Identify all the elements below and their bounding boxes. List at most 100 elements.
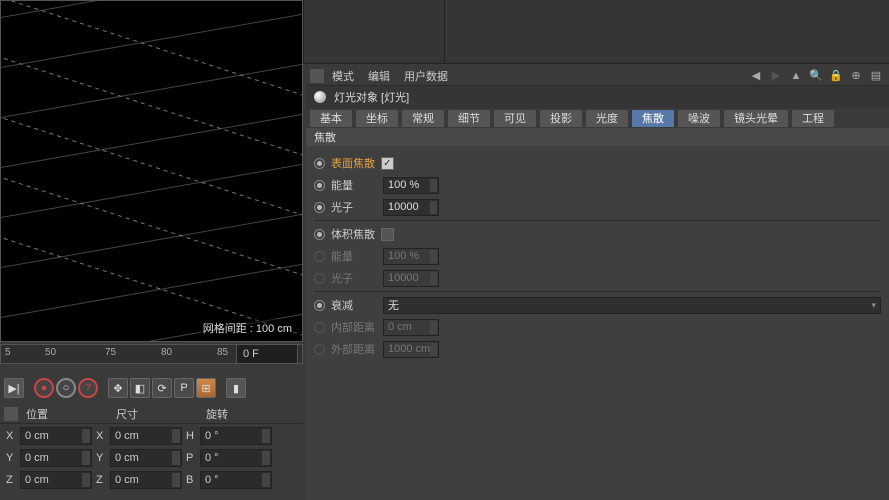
attribute-manager: 模式 编辑 用户数据 ◀ ▶ ▲ 🔍 🔒 ⊕ ▤ 灯光对象 [灯光] 基本 坐标… — [306, 66, 889, 500]
tab-bar: 基本 坐标 常规 细节 可见 投影 光度 焦散 噪波 镜头光晕 工程 — [306, 108, 889, 128]
param-button[interactable]: P — [174, 378, 194, 398]
rotate-tool-button[interactable]: ⟳ — [152, 378, 172, 398]
axis-label: P — [186, 452, 200, 464]
menu-icon[interactable]: ▤ — [869, 69, 883, 83]
nav-fwd-icon[interactable]: ▶ — [769, 69, 783, 83]
photons2-label: 光子 — [331, 270, 381, 286]
tab-shadow[interactable]: 投影 — [540, 110, 582, 127]
size-y-field[interactable]: 0 cm — [110, 449, 182, 467]
pos-header: 位置 — [26, 406, 116, 422]
section-title: 焦散 — [306, 128, 889, 146]
photons-label: 光子 — [331, 199, 381, 215]
falloff-label: 衰减 — [331, 297, 381, 313]
timeline-tick: 85 — [217, 347, 228, 358]
tab-basic[interactable]: 基本 — [310, 110, 352, 127]
search-icon[interactable]: 🔍 — [809, 69, 823, 83]
energy-field[interactable]: 100 % — [383, 177, 439, 194]
inner-label: 内部距离 — [331, 319, 381, 335]
object-name: 灯光对象 [灯光] — [334, 89, 409, 105]
go-end-button[interactable]: ▶| — [4, 378, 24, 398]
viewport-grid — [1, 1, 302, 341]
edit-menu[interactable]: 编辑 — [368, 68, 390, 84]
nav-back-icon[interactable]: ◀ — [749, 69, 763, 83]
anim-dot-icon — [314, 273, 325, 284]
photons2-field: 10000 — [383, 270, 439, 287]
falloff-row: 衰减 无 — [314, 294, 881, 316]
anim-dot-icon[interactable] — [314, 180, 325, 191]
viewport[interactable]: 网格间距 : 100 cm — [0, 0, 303, 342]
axis-label: X — [96, 430, 110, 442]
tab-general[interactable]: 常规 — [402, 110, 444, 127]
new-tab-icon[interactable]: ⊕ — [849, 69, 863, 83]
anim-dot-icon[interactable] — [314, 300, 325, 311]
rot-h-field[interactable]: 0 ° — [200, 427, 272, 445]
coords-row-y: Y 0 cm Y 0 cm P 0 ° — [0, 448, 303, 468]
tab-details[interactable]: 细节 — [448, 110, 490, 127]
axis-label: H — [186, 430, 200, 442]
object-header: 灯光对象 [灯光] — [306, 86, 889, 108]
rot-b-field[interactable]: 0 ° — [200, 471, 272, 489]
pos-y-field[interactable]: 0 cm — [20, 449, 92, 467]
inner-row: 内部距离 0 cm — [314, 316, 881, 338]
anim-dot-icon[interactable] — [314, 229, 325, 240]
tab-coord[interactable]: 坐标 — [356, 110, 398, 127]
autokey-button[interactable]: ○ — [56, 378, 76, 398]
anim-dot-icon — [314, 344, 325, 355]
tab-photometric[interactable]: 光度 — [586, 110, 628, 127]
tab-project[interactable]: 工程 — [792, 110, 834, 127]
anim-dot-icon[interactable] — [314, 202, 325, 213]
keyframe-button[interactable]: ? — [78, 378, 98, 398]
lock-icon[interactable]: 🔒 — [829, 69, 843, 83]
energy2-row: 能量 100 % — [314, 245, 881, 267]
coords-row-x: X 0 cm X 0 cm H 0 ° — [0, 426, 303, 446]
surface-caustics-row: 表面焦散 ✓ — [314, 152, 881, 174]
falloff-dropdown[interactable]: 无 — [383, 297, 881, 314]
grip-icon[interactable] — [310, 69, 324, 83]
axis-label: Z — [6, 474, 20, 486]
rot-p-field[interactable]: 0 ° — [200, 449, 272, 467]
size-x-field[interactable]: 0 cm — [110, 427, 182, 445]
surface-caustics-checkbox[interactable]: ✓ — [381, 157, 394, 170]
anim-dot-icon — [314, 251, 325, 262]
energy2-field: 100 % — [383, 248, 439, 265]
rot-header: 旋转 — [206, 406, 296, 422]
userdata-menu[interactable]: 用户数据 — [404, 68, 448, 84]
move-tool-button[interactable]: ✥ — [108, 378, 128, 398]
axis-label: Y — [6, 452, 20, 464]
film-button[interactable]: ▮ — [226, 378, 246, 398]
timeline-tick: 5 — [5, 347, 11, 358]
anim-dot-icon[interactable] — [314, 158, 325, 169]
volume-caustics-checkbox[interactable] — [381, 228, 394, 241]
light-icon — [314, 91, 326, 103]
outer-field: 1000 cm — [383, 341, 439, 358]
nav-up-icon[interactable]: ▲ — [789, 69, 803, 83]
surface-caustics-label: 表面焦散 — [331, 155, 381, 171]
pla-button[interactable]: ⊞ — [196, 378, 216, 398]
pos-z-field[interactable]: 0 cm — [20, 471, 92, 489]
photons-field[interactable]: 10000 — [383, 199, 439, 216]
record-button[interactable]: ● — [34, 378, 54, 398]
size-z-field[interactable]: 0 cm — [110, 471, 182, 489]
tab-lensflare[interactable]: 镜头光晕 — [724, 110, 788, 127]
size-header: 尺寸 — [116, 406, 206, 422]
photons2-row: 光子 10000 — [314, 267, 881, 289]
coords-row-z: Z 0 cm Z 0 cm B 0 ° — [0, 470, 303, 490]
attr-menubar: 模式 编辑 用户数据 ◀ ▶ ▲ 🔍 🔒 ⊕ ▤ — [306, 66, 889, 86]
pos-x-field[interactable]: 0 cm — [20, 427, 92, 445]
scale-tool-button[interactable]: ◧ — [130, 378, 150, 398]
photons-row: 光子 10000 — [314, 196, 881, 218]
prop-rows: 表面焦散 ✓ 能量 100 % 光子 10000 体积焦散 能量 100 % — [306, 150, 889, 362]
tab-caustics[interactable]: 焦散 — [632, 110, 674, 127]
axis-label: B — [186, 474, 200, 486]
tab-noise[interactable]: 噪波 — [678, 110, 720, 127]
timeline-tick: 75 — [105, 347, 116, 358]
tab-visibility[interactable]: 可见 — [494, 110, 536, 127]
mode-menu[interactable]: 模式 — [332, 68, 354, 84]
current-frame-field[interactable]: 0 F — [236, 344, 298, 364]
grid-spacing-label: 网格间距 : 100 cm — [199, 319, 296, 337]
grip-icon[interactable] — [4, 407, 18, 421]
transport-bar: ▶| ● ○ ? ✥ ◧ ⟳ P ⊞ ▮ — [0, 376, 303, 400]
anim-dot-icon — [314, 322, 325, 333]
outer-row: 外部距离 1000 cm — [314, 338, 881, 360]
timeline-tick: 80 — [161, 347, 172, 358]
